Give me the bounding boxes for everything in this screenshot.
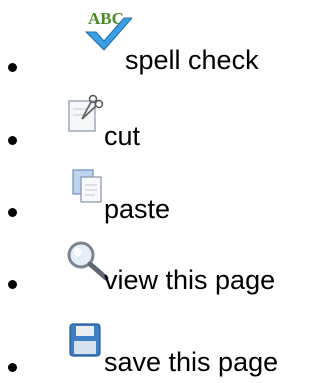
cut-icon [68,93,104,133]
paste-icon [71,167,105,205]
bullet [8,363,17,372]
list-item-label: save this page [104,347,279,377]
list-item-spell-check: ABC spell check [0,0,317,75]
list-item-paste: paste [0,140,317,224]
list-item-view: view this page [0,210,317,295]
list-item-cut: cut [0,70,317,151]
list-item-save: save this page [0,280,317,377]
save-icon [69,323,103,359]
